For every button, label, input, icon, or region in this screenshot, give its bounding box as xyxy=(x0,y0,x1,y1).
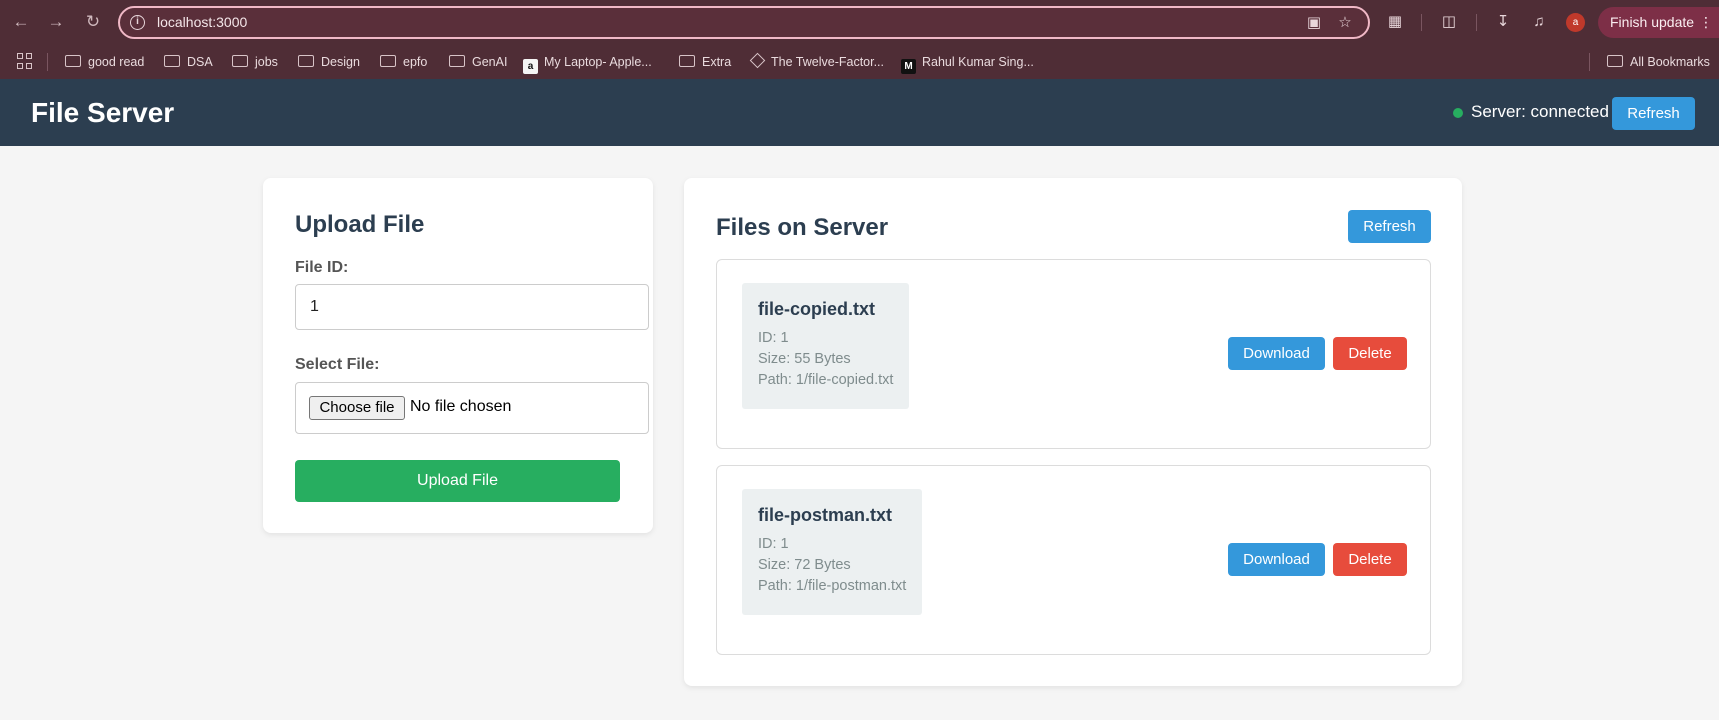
server-status: Server: connected xyxy=(1471,102,1609,121)
medium-icon: M xyxy=(901,59,916,74)
app-header: File Server Server: connected Refresh xyxy=(0,79,1719,146)
finish-update-label: Finish update xyxy=(1610,14,1695,30)
download-button[interactable]: Download xyxy=(1228,543,1325,576)
no-file-text: No file chosen xyxy=(410,398,512,415)
file-picker[interactable]: Choose file No file chosen xyxy=(295,382,649,434)
file-info-box: file-postman.txt ID: 1 Size: 72 Bytes Pa… xyxy=(742,489,923,615)
tab-search-icon[interactable]: ◫ xyxy=(1438,11,1460,33)
toolbar-divider xyxy=(1421,14,1422,31)
page-title: File Server xyxy=(31,97,175,128)
upload-card: Upload File File ID: Select File: Choose… xyxy=(263,178,653,533)
folder-icon xyxy=(164,55,180,67)
kebab-menu-icon[interactable]: ⋮ xyxy=(1699,7,1713,38)
file-size: Size: 55 Bytes xyxy=(758,351,851,367)
bookmark-label: My Laptop- Apple... xyxy=(544,55,652,69)
bookmark-extra[interactable]: Extra xyxy=(679,52,731,72)
upload-file-button[interactable]: Upload File xyxy=(295,460,620,502)
install-app-icon[interactable]: ▣ xyxy=(1304,13,1324,33)
browser-chrome: ← → ↻ i localhost:3000 ▣ ☆ ▦ ◫ ↧ ♫ a Fin… xyxy=(0,0,1719,79)
bookmark-good-read[interactable]: good read xyxy=(65,52,144,72)
bookmark-genai[interactable]: GenAI xyxy=(449,52,507,72)
file-item: file-postman.txt ID: 1 Size: 72 Bytes Pa… xyxy=(716,465,1431,655)
folder-icon xyxy=(1607,55,1623,67)
file-id-input[interactable] xyxy=(295,284,649,330)
bookmark-label: jobs xyxy=(255,55,278,69)
delete-button[interactable]: Delete xyxy=(1333,337,1407,370)
folder-icon xyxy=(298,55,314,67)
folder-icon xyxy=(449,55,465,67)
file-id-label: File ID: xyxy=(295,259,349,276)
bookmark-label: The Twelve-Factor... xyxy=(771,55,885,69)
reload-icon[interactable]: ↻ xyxy=(82,11,104,33)
upload-title: Upload File xyxy=(295,211,425,238)
amazon-icon: a xyxy=(523,59,538,74)
file-id: ID: 1 xyxy=(758,330,789,346)
bookmark-label: epfo xyxy=(403,55,428,69)
file-name: file-postman.txt xyxy=(758,505,893,525)
choose-file-button[interactable]: Choose file xyxy=(309,396,405,420)
status-indicator-dot xyxy=(1453,108,1463,118)
bookmark-twelve-factor[interactable]: The Twelve-Factor... xyxy=(749,52,885,72)
folder-icon xyxy=(65,55,81,67)
file-info-box: file-copied.txt ID: 1 Size: 55 Bytes Pat… xyxy=(742,283,910,409)
toolbar-divider xyxy=(1476,14,1477,31)
site-info-icon[interactable]: i xyxy=(130,15,145,30)
bookmark-label: Rahul Kumar Sing... xyxy=(922,55,1034,69)
forward-arrow-icon[interactable]: → xyxy=(45,11,67,33)
extensions-puzzle-icon[interactable]: ▦ xyxy=(1384,11,1406,33)
bookmark-epfo[interactable]: epfo xyxy=(380,52,427,72)
file-item: file-copied.txt ID: 1 Size: 55 Bytes Pat… xyxy=(716,259,1431,449)
profile-avatar[interactable]: a xyxy=(1566,13,1585,32)
all-bookmarks[interactable]: All Bookmarks xyxy=(1607,52,1710,72)
bookmark-my-laptop[interactable]: a My Laptop- Apple... xyxy=(523,52,652,74)
bookmark-label: GenAI xyxy=(472,55,508,69)
bookmark-label: Design xyxy=(321,55,360,69)
select-file-label: Select File: xyxy=(295,356,380,373)
bookmark-design[interactable]: Design xyxy=(298,52,360,72)
media-controls-icon[interactable]: ♫ xyxy=(1528,11,1550,33)
bookmark-dsa[interactable]: DSA xyxy=(164,52,213,72)
folder-icon xyxy=(232,55,248,67)
file-id: ID: 1 xyxy=(758,536,789,552)
bookmarks-bar: good read DSA jobs Design epfo GenAI a My… xyxy=(0,46,1719,79)
bookmark-jobs[interactable]: jobs xyxy=(232,52,278,72)
bookmark-label: Extra xyxy=(702,55,732,69)
files-refresh-button[interactable]: Refresh xyxy=(1348,210,1431,243)
all-bookmarks-label: All Bookmarks xyxy=(1630,55,1710,69)
address-bar[interactable]: i localhost:3000 ▣ ☆ xyxy=(118,6,1370,39)
finish-update-button[interactable]: Finish update ⋮ xyxy=(1598,7,1719,38)
delete-button[interactable]: Delete xyxy=(1333,543,1407,576)
file-name: file-copied.txt xyxy=(758,299,876,319)
bookmark-star-icon[interactable]: ☆ xyxy=(1335,13,1355,33)
download-button[interactable]: Download xyxy=(1228,337,1325,370)
bookmark-divider xyxy=(1589,53,1590,71)
bookmark-rahul-kumar[interactable]: M Rahul Kumar Sing... xyxy=(901,52,1034,74)
folder-icon xyxy=(380,55,396,67)
bookmark-label: DSA xyxy=(187,55,213,69)
files-title: Files on Server xyxy=(716,214,889,241)
diamond-icon xyxy=(749,52,766,69)
header-refresh-button[interactable]: Refresh xyxy=(1612,97,1695,130)
file-path: Path: 1/file-copied.txt xyxy=(758,372,894,388)
file-path: Path: 1/file-postman.txt xyxy=(758,578,907,594)
back-arrow-icon[interactable]: ← xyxy=(10,11,32,33)
files-card: Files on Server Refresh file-copied.txt … xyxy=(684,178,1462,686)
url-text[interactable]: localhost:3000 xyxy=(157,14,247,30)
bookmark-label: good read xyxy=(88,55,145,69)
file-size: Size: 72 Bytes xyxy=(758,557,851,573)
downloads-icon[interactable]: ↧ xyxy=(1492,11,1514,33)
folder-icon xyxy=(679,55,695,67)
